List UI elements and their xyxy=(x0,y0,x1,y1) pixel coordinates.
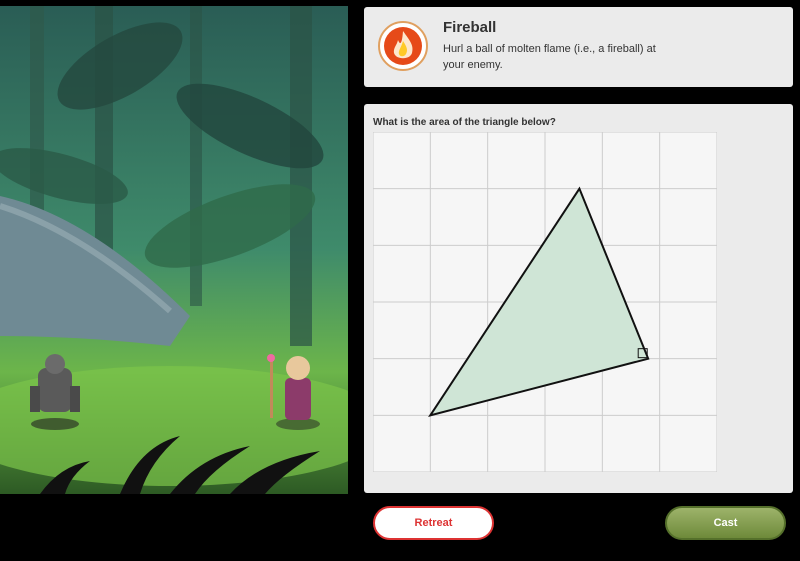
spell-title: Fireball xyxy=(443,19,497,36)
cast-button[interactable]: Cast xyxy=(665,506,786,540)
spell-card: Fireball Hurl a ball of molten flame (i.… xyxy=(364,7,793,87)
fire-icon xyxy=(378,21,428,71)
question-prompt: What is the area of the triangle below? xyxy=(373,117,556,128)
battle-scene xyxy=(0,6,348,494)
spell-description: Hurl a ball of molten flame (i.e., a fir… xyxy=(443,43,656,71)
question-card: What is the area of the triangle below? xyxy=(364,104,793,493)
triangle-grid xyxy=(373,132,717,472)
retreat-button[interactable]: Retreat xyxy=(373,506,494,540)
jungle-background xyxy=(0,6,348,494)
